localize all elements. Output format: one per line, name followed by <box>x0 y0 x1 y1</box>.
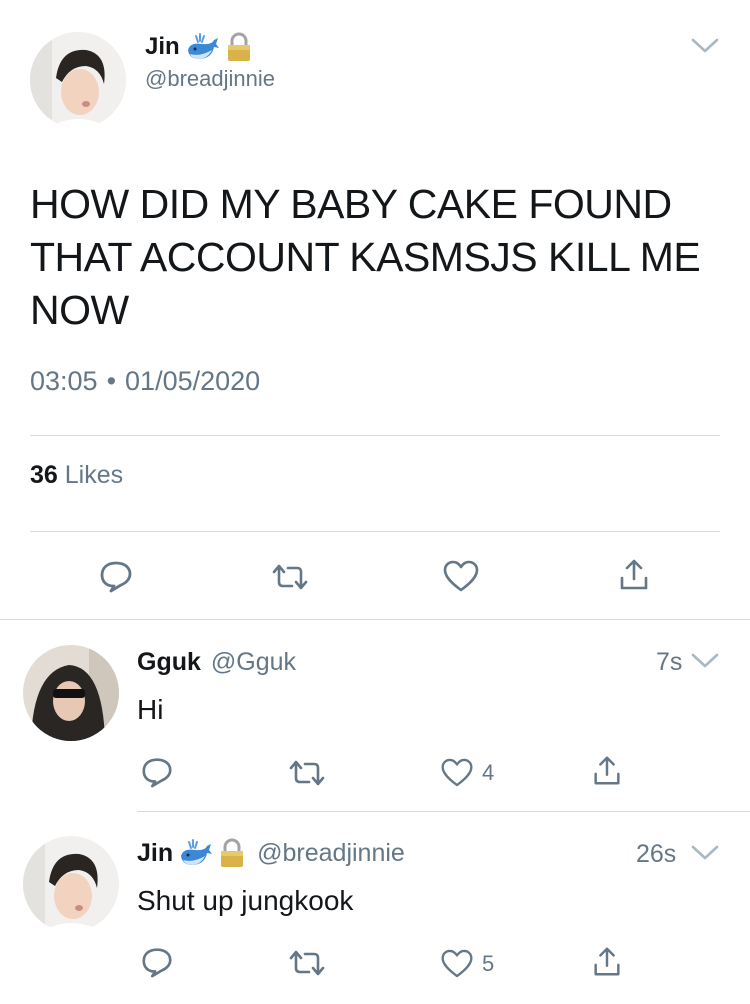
reply-author-name[interactable]: Jin <box>137 839 173 868</box>
avatar-jin[interactable] <box>30 32 126 128</box>
tweet-date: 01/05/2020 <box>125 366 261 396</box>
tweet-time: 03:05 <box>30 366 98 396</box>
likes-count: 36 <box>30 461 58 489</box>
retweet-icon[interactable] <box>287 758 327 788</box>
avatar-jin[interactable] <box>23 836 119 932</box>
reply-icon[interactable] <box>140 755 174 789</box>
author-handle[interactable]: @breadjinnie <box>145 66 275 92</box>
divider <box>0 619 750 620</box>
chevron-down-icon[interactable] <box>690 36 720 56</box>
like-count: 5 <box>482 950 495 976</box>
reply-author-name[interactable]: Gguk <box>137 648 201 677</box>
lock-icon <box>226 32 252 62</box>
divider <box>30 531 720 532</box>
reply-time: 7s <box>656 648 683 676</box>
likes-summary[interactable]: 36 Likes <box>30 461 123 490</box>
share-icon[interactable] <box>590 754 624 788</box>
whale-icon <box>179 838 213 868</box>
timestamp-separator: • <box>106 366 117 396</box>
chevron-down-icon[interactable] <box>690 651 720 671</box>
whale-icon <box>186 32 220 62</box>
heart-icon[interactable] <box>440 948 474 979</box>
tweet-timestamp: 03:05 • 01/05/2020 <box>30 366 260 397</box>
lock-icon <box>219 838 245 868</box>
reply-text: Hi <box>137 694 164 725</box>
like-count: 4 <box>482 759 495 785</box>
likes-label: Likes <box>64 461 124 489</box>
avatar-gguk[interactable] <box>23 645 119 741</box>
reply-author-handle[interactable]: @breadjinnie <box>257 839 405 868</box>
retweet-icon[interactable] <box>270 562 310 592</box>
share-icon[interactable] <box>590 945 624 979</box>
author-name[interactable]: Jin <box>145 33 180 61</box>
reply-icon[interactable] <box>140 945 174 979</box>
divider <box>30 435 720 436</box>
chevron-down-icon[interactable] <box>690 843 720 863</box>
retweet-icon[interactable] <box>287 948 327 978</box>
like-action[interactable]: 4 <box>440 757 494 788</box>
reply-author-handle[interactable]: @Gguk <box>211 648 296 677</box>
reply-time: 26s <box>636 840 677 868</box>
tweet-text: HOW DID MY BABY CAKE FOUND THAT ACCOUNT … <box>30 181 701 333</box>
share-icon[interactable] <box>616 557 652 593</box>
divider <box>137 811 750 812</box>
like-action[interactable]: 5 <box>440 948 494 979</box>
reply-icon[interactable] <box>98 558 134 594</box>
reply-text: Shut up jungkook <box>137 885 354 916</box>
heart-icon[interactable] <box>442 559 480 593</box>
heart-icon[interactable] <box>440 757 474 788</box>
